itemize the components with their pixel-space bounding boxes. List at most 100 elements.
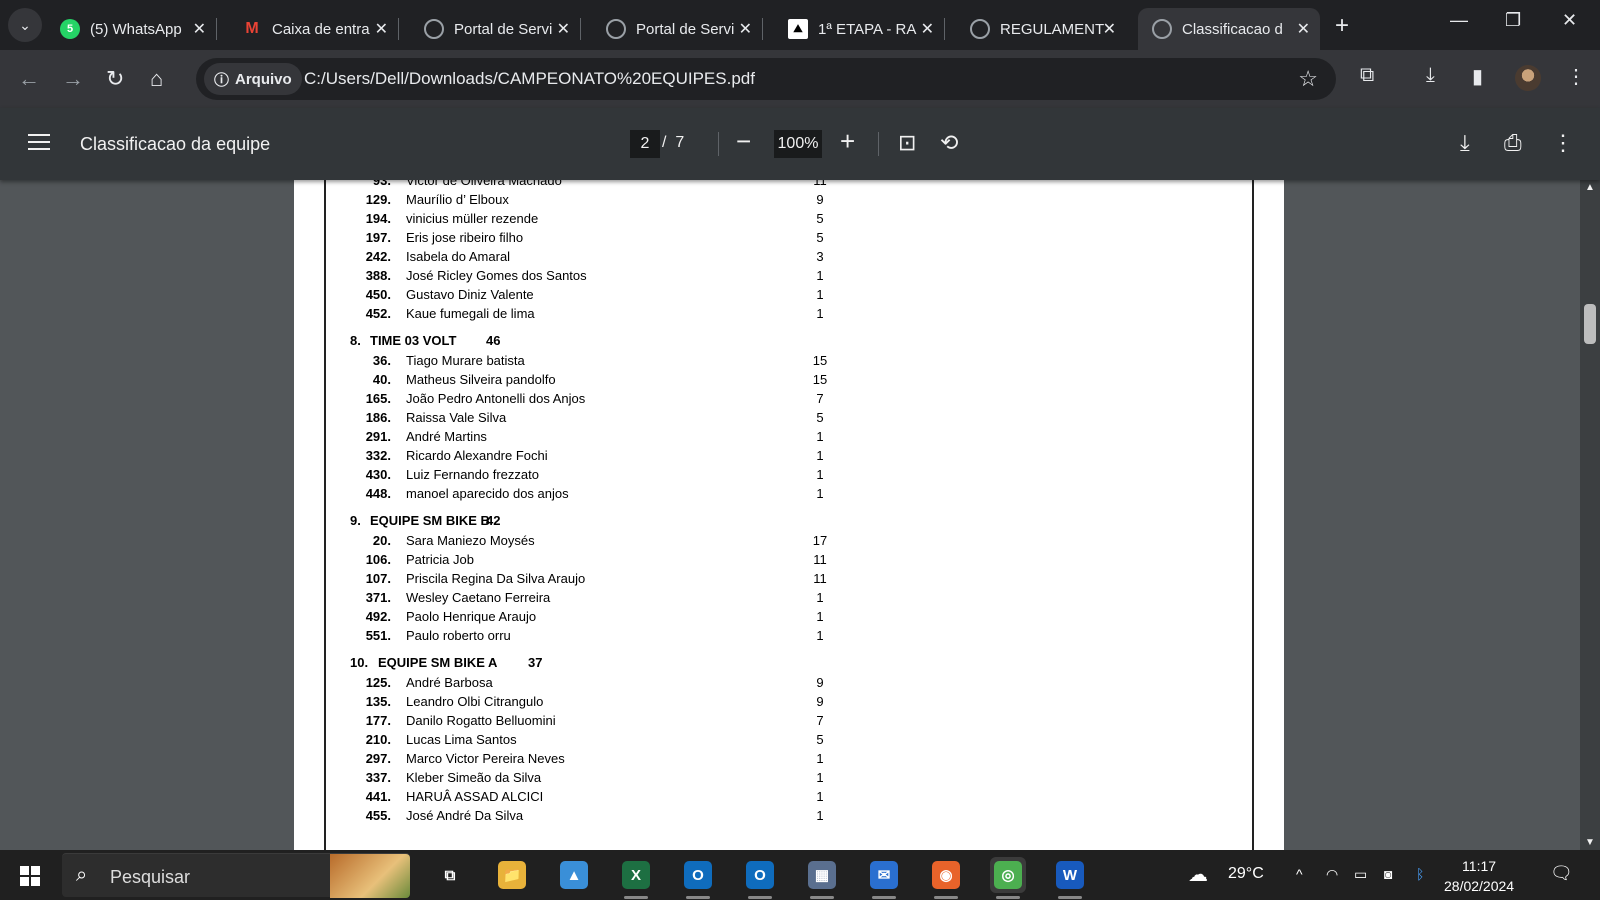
tab-regulamento[interactable]: REGULAMENT ✕ bbox=[956, 8, 1126, 50]
file-explorer-icon[interactable]: 📁 bbox=[494, 857, 530, 893]
firefox-icon[interactable]: ◉ bbox=[928, 857, 964, 899]
rider-name: Tiago Murare batista bbox=[406, 353, 525, 368]
tab-search-button[interactable]: ⌄ bbox=[8, 8, 42, 42]
close-icon[interactable]: ✕ bbox=[375, 19, 388, 39]
page-number-input[interactable]: 2 bbox=[630, 130, 660, 158]
home-button[interactable]: ⌂ bbox=[150, 66, 163, 92]
zoom-in-button[interactable]: + bbox=[840, 126, 855, 157]
team-name: EQUIPE SM BIKE A bbox=[378, 655, 498, 670]
rotate-icon[interactable]: ⟲ bbox=[940, 130, 958, 156]
thunderbird-icon[interactable]: ✉ bbox=[866, 857, 902, 899]
rider-position: 452. bbox=[365, 306, 391, 321]
rider-points: 1 bbox=[816, 751, 824, 766]
rider-points: 1 bbox=[816, 268, 824, 283]
close-icon[interactable]: ✕ bbox=[1103, 19, 1116, 39]
rider-position: 388. bbox=[365, 268, 391, 283]
wifi-icon[interactable]: ◠ bbox=[1326, 866, 1338, 883]
calculator-icon[interactable]: ▦ bbox=[804, 857, 840, 899]
rider-name: vinicius müller rezende bbox=[406, 211, 539, 226]
taskbar-search[interactable]: ⌕ Pesquisar bbox=[62, 853, 410, 898]
forward-button[interactable]: → bbox=[62, 66, 84, 92]
rider-row: 36. Tiago Murare batista 15 bbox=[294, 350, 1284, 369]
tab-gmail[interactable]: M Caixa de entra ✕ bbox=[228, 8, 399, 50]
menu-kebab-icon[interactable]: ⋮ bbox=[1566, 64, 1586, 89]
scroll-down-icon[interactable]: ▼ bbox=[1585, 837, 1595, 848]
chevron-up-icon[interactable]: ^ bbox=[1296, 866, 1303, 882]
rider-row: 430. Luiz Fernando frezzato 1 bbox=[294, 464, 1284, 483]
new-tab-button[interactable]: + bbox=[1335, 12, 1349, 40]
chrome-icon[interactable]: ◎ bbox=[990, 857, 1026, 899]
download-icon[interactable]: ⤓ bbox=[1460, 130, 1470, 156]
rider-row: 40. Matheus Silveira pandolfo 15 bbox=[294, 369, 1284, 388]
pdf-toolbar: Classificacao da equipe 2 / 7 − 100% + ⊡… bbox=[0, 108, 1600, 180]
side-panel-icon[interactable]: ▮ bbox=[1472, 64, 1483, 89]
clock[interactable]: 11:17 28/02/2024 bbox=[1444, 856, 1514, 896]
back-button[interactable]: ← bbox=[18, 66, 40, 92]
close-icon[interactable]: ✕ bbox=[921, 19, 934, 39]
outlook-icon[interactable]: O bbox=[742, 857, 778, 899]
rider-row: 441. HARUÂ ASSAD ALCICI 1 bbox=[294, 786, 1284, 805]
zoom-out-button[interactable]: − bbox=[736, 126, 751, 157]
excel-icon[interactable]: X bbox=[618, 857, 654, 899]
rider-points: 1 bbox=[816, 287, 824, 302]
reload-button[interactable]: ↻ bbox=[106, 66, 124, 92]
rider-row: 455. José André Da Silva 1 bbox=[294, 805, 1284, 824]
downloads-icon[interactable]: ⤓ bbox=[1426, 64, 1435, 87]
scroll-up-icon[interactable]: ▲ bbox=[1585, 182, 1595, 193]
rider-position: 186. bbox=[365, 410, 391, 425]
restore-button[interactable]: ❐ bbox=[1505, 10, 1521, 31]
rider-points: 7 bbox=[816, 391, 824, 406]
hamburger-menu-icon[interactable] bbox=[28, 134, 50, 155]
fit-page-icon[interactable]: ⊡ bbox=[898, 130, 916, 156]
more-options-icon[interactable]: ⋮ bbox=[1552, 130, 1574, 156]
scrollbar[interactable]: ▲ ▼ bbox=[1580, 180, 1600, 850]
rider-name: Isabela do Amaral bbox=[406, 249, 511, 264]
rider-name: João Pedro Antonelli dos Anjos bbox=[406, 391, 586, 406]
team-header: 9. EQUIPE SM BIKE B 42 bbox=[294, 502, 1284, 530]
minimize-button[interactable]: — bbox=[1450, 10, 1468, 31]
close-window-button[interactable]: ✕ bbox=[1562, 10, 1577, 31]
bluetooth-icon[interactable]: ᛒ bbox=[1416, 866, 1424, 882]
scroll-thumb[interactable] bbox=[1584, 304, 1596, 344]
url-text[interactable]: C:/Users/Dell/Downloads/CAMPEONATO%20EQU… bbox=[304, 69, 755, 89]
rider-points: 1 bbox=[816, 486, 824, 501]
bookmark-star-icon[interactable]: ☆ bbox=[1298, 66, 1318, 92]
weather-temp[interactable]: 29°C bbox=[1228, 865, 1264, 883]
windows-start-icon[interactable] bbox=[20, 866, 40, 886]
rider-row: 551. Paulo roberto orru 1 bbox=[294, 625, 1284, 644]
info-icon: ⓘ bbox=[214, 71, 230, 89]
task-view-icon[interactable]: ⧉ bbox=[432, 857, 468, 893]
rider-position: 93. bbox=[372, 180, 391, 188]
tab-portal-1[interactable]: Portal de Servi ✕ bbox=[410, 8, 581, 50]
site-info-chip[interactable]: ⓘ Arquivo bbox=[204, 63, 302, 95]
weather-icon[interactable]: ☁ bbox=[1188, 862, 1208, 887]
close-icon[interactable]: ✕ bbox=[193, 19, 206, 39]
rider-row: 242. Isabela do Amaral 3 bbox=[294, 246, 1284, 265]
rider-points: 9 bbox=[816, 675, 824, 690]
avatar[interactable] bbox=[1515, 65, 1541, 91]
close-icon[interactable]: ✕ bbox=[739, 19, 752, 39]
address-bar[interactable]: ⓘ Arquivo C:/Users/Dell/Downloads/CAMPEO… bbox=[196, 58, 1336, 100]
word-icon[interactable]: W bbox=[1052, 857, 1088, 899]
rider-position: 242. bbox=[365, 249, 391, 264]
rider-points: 15 bbox=[812, 353, 828, 368]
photos-icon[interactable]: ▲ bbox=[556, 857, 592, 893]
camera-icon[interactable]: ◙ bbox=[1384, 866, 1392, 882]
battery-icon[interactable]: ▭ bbox=[1354, 866, 1367, 883]
team-rank: 10. bbox=[350, 655, 369, 670]
notifications-icon[interactable]: 🗨 bbox=[1550, 863, 1573, 884]
zoom-input[interactable]: 100% bbox=[774, 130, 822, 158]
extensions-icon[interactable]: ⧉ bbox=[1360, 64, 1374, 87]
tab-whatsapp[interactable]: 5 (5) WhatsApp ✕ bbox=[46, 8, 217, 50]
rider-name: Kleber Simeão da Silva bbox=[406, 770, 542, 785]
tab-etapa[interactable]: ⛰ 1ª ETAPA - RA ✕ bbox=[774, 8, 945, 50]
rider-position: 106. bbox=[365, 552, 391, 567]
print-icon[interactable]: ⎙ bbox=[1504, 130, 1522, 156]
rider-points: 9 bbox=[816, 192, 824, 207]
outlook-new-icon[interactable]: O bbox=[680, 857, 716, 899]
tab-portal-2[interactable]: Portal de Servi ✕ bbox=[592, 8, 763, 50]
tab-classificacao[interactable]: Classificacao d ✕ bbox=[1138, 8, 1320, 50]
close-icon[interactable]: ✕ bbox=[557, 19, 570, 39]
pdf-viewer[interactable]: 93. Victor de Oliveira Machado 11 129. Maurí… bbox=[0, 180, 1600, 850]
close-icon[interactable]: ✕ bbox=[1297, 19, 1310, 39]
